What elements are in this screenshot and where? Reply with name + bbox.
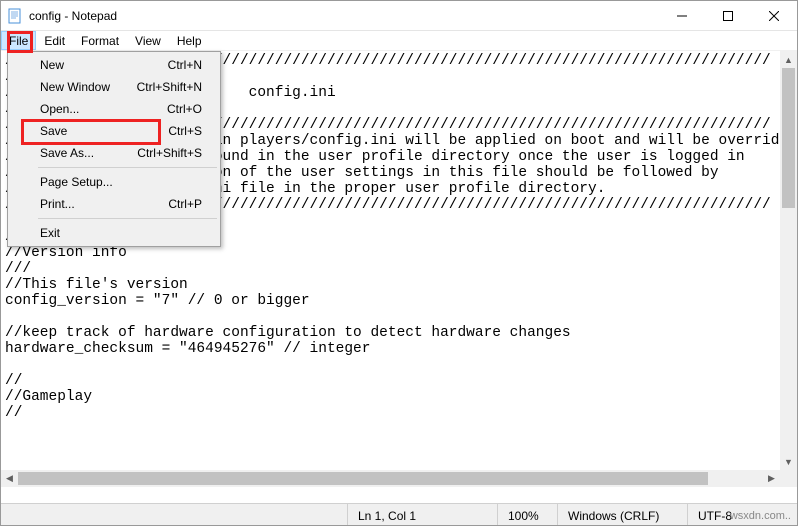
scroll-thumb[interactable] <box>18 472 708 485</box>
close-button[interactable] <box>751 1 797 31</box>
status-line-ending: Windows (CRLF) <box>557 504 687 525</box>
status-position: Ln 1, Col 1 <box>347 504 497 525</box>
menu-item-shortcut: Ctrl+O <box>167 102 202 116</box>
scroll-thumb[interactable] <box>782 68 795 208</box>
status-spacer <box>1 504 347 525</box>
menu-item-label: Page Setup... <box>40 175 202 189</box>
statusbar: Ln 1, Col 1 100% Windows (CRLF) UTF-8 ws… <box>1 503 797 525</box>
menu-format[interactable]: Format <box>73 31 127 50</box>
menu-item-label: Save As... <box>40 146 137 160</box>
scroll-up-arrow-icon[interactable]: ▲ <box>780 51 797 68</box>
menu-item-shortcut: Ctrl+Shift+N <box>137 80 202 94</box>
menu-item-shortcut: Ctrl+P <box>168 197 202 211</box>
menu-file[interactable]: File <box>1 31 36 50</box>
titlebar: config - Notepad <box>1 1 797 31</box>
scroll-corner <box>780 470 797 487</box>
menu-item-new-window[interactable]: New Window Ctrl+Shift+N <box>10 76 218 98</box>
minimize-button[interactable] <box>659 1 705 31</box>
menu-item-shortcut: Ctrl+Shift+S <box>137 146 202 160</box>
scroll-left-arrow-icon[interactable]: ◀ <box>1 470 18 487</box>
scroll-right-arrow-icon[interactable]: ▶ <box>763 470 780 487</box>
status-zoom: 100% <box>497 504 557 525</box>
watermark-text: wsxdn.com.. <box>730 510 791 522</box>
menu-item-shortcut: Ctrl+N <box>168 58 202 72</box>
menu-item-save-as[interactable]: Save As... Ctrl+Shift+S <box>10 142 218 164</box>
menu-item-label: New Window <box>40 80 137 94</box>
menu-separator <box>38 167 217 168</box>
menu-item-label: Exit <box>40 226 202 240</box>
menu-item-label: Save <box>40 124 168 138</box>
menu-separator <box>38 218 217 219</box>
menu-item-label: Print... <box>40 197 168 211</box>
menu-item-shortcut: Ctrl+S <box>168 124 202 138</box>
maximize-button[interactable] <box>705 1 751 31</box>
notepad-icon <box>7 8 23 24</box>
menu-item-label: Open... <box>40 102 167 116</box>
file-dropdown: New Ctrl+N New Window Ctrl+Shift+N Open.… <box>7 51 221 247</box>
vertical-scrollbar[interactable]: ▲ ▼ <box>780 51 797 470</box>
menu-item-save[interactable]: Save Ctrl+S <box>10 120 218 142</box>
horizontal-scrollbar[interactable]: ◀ ▶ <box>1 470 780 487</box>
scroll-track[interactable] <box>780 68 797 453</box>
menu-item-exit[interactable]: Exit <box>10 222 218 244</box>
scroll-track[interactable] <box>18 470 763 487</box>
menu-item-label: New <box>40 58 168 72</box>
menu-item-open[interactable]: Open... Ctrl+O <box>10 98 218 120</box>
menu-help[interactable]: Help <box>169 31 210 50</box>
menu-view[interactable]: View <box>127 31 169 50</box>
menu-item-new[interactable]: New Ctrl+N <box>10 54 218 76</box>
scroll-down-arrow-icon[interactable]: ▼ <box>780 453 797 470</box>
menu-item-page-setup[interactable]: Page Setup... <box>10 171 218 193</box>
window-title: config - Notepad <box>29 9 117 23</box>
menu-item-print[interactable]: Print... Ctrl+P <box>10 193 218 215</box>
menu-edit[interactable]: Edit <box>36 31 73 50</box>
menubar: File Edit Format View Help <box>1 31 797 51</box>
